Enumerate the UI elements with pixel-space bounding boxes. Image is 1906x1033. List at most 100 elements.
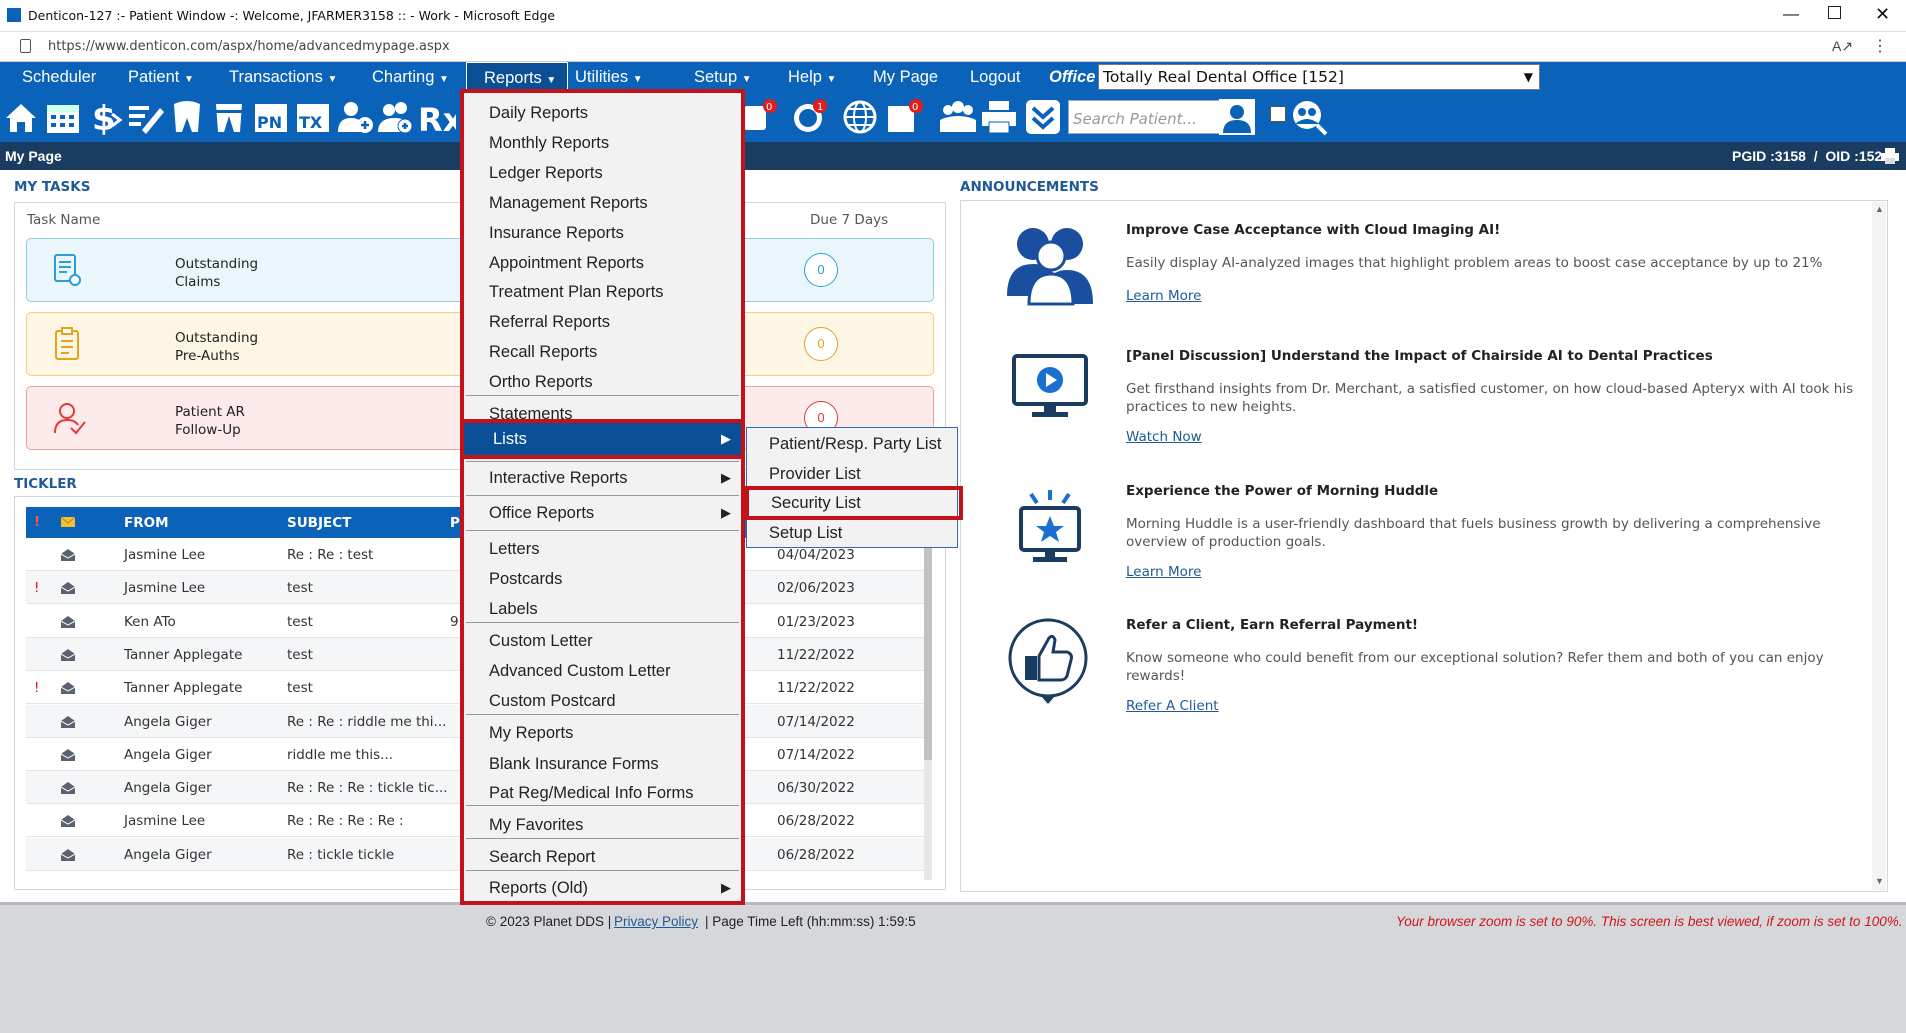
task-count[interactable]: 0 <box>804 253 838 287</box>
report-menu-item-postcards[interactable]: Postcards <box>464 564 741 594</box>
minimize-icon[interactable]: — <box>1783 6 1799 24</box>
printer-icon[interactable] <box>980 98 1018 136</box>
menu-reports[interactable]: Reports ▼ <box>466 62 568 92</box>
teeth-chart-icon[interactable] <box>210 98 248 136</box>
report-menu-item-ortho-reports[interactable]: Ortho Reports <box>464 367 741 397</box>
menu-separator <box>466 495 739 496</box>
add-patient-icon[interactable] <box>336 98 374 136</box>
dollar-icon[interactable]: $ <box>86 98 124 136</box>
report-menu-item-search-report[interactable]: Search Report <box>464 842 741 872</box>
list-menu-item-patient-resp-party-list[interactable]: Patient/Resp. Party List <box>747 429 956 459</box>
treatment-plan-icon[interactable]: TX <box>294 98 332 136</box>
report-menu-item-office-reports[interactable]: Office Reports ▶ <box>464 498 741 528</box>
menu-item-label: Patient/Resp. Party List <box>769 435 942 453</box>
report-menu-item-interactive-reports[interactable]: Interactive Reports ▶ <box>464 463 741 493</box>
announcement-link[interactable]: Refer A Client <box>1126 698 1219 714</box>
menu-transactions[interactable]: Transactions ▼ <box>229 62 337 92</box>
report-menu-item-advanced-custom-letter[interactable]: Advanced Custom Letter <box>464 656 741 686</box>
report-menu-item-recall-reports[interactable]: Recall Reports <box>464 337 741 367</box>
report-menu-item-labels[interactable]: Labels <box>464 594 741 624</box>
report-menu-item-reports-old[interactable]: Reports (Old) ▶ <box>464 873 741 903</box>
list-menu-item-setup-list[interactable]: Setup List <box>747 518 956 548</box>
announcement-link[interactable]: Learn More <box>1126 564 1202 580</box>
p-column[interactable]: P <box>450 515 460 531</box>
address-bar[interactable]: https://www.denticon.com/aspx/home/advan… <box>0 32 1906 62</box>
menu-setup[interactable]: Setup ▼ <box>694 62 752 92</box>
maximize-icon[interactable] <box>1828 6 1841 19</box>
tooth-icon[interactable] <box>168 98 206 136</box>
report-menu-item-my-reports[interactable]: My Reports <box>464 718 741 748</box>
subject-cell: test <box>287 613 313 630</box>
list-menu-item-security-list[interactable]: Security List <box>745 486 963 520</box>
close-icon[interactable]: ✕ <box>1875 4 1890 25</box>
report-menu-item-referral-reports[interactable]: Referral Reports <box>464 307 741 337</box>
menu-scheduler[interactable]: Scheduler <box>22 62 96 92</box>
menu-item-label: Reports (Old) <box>489 879 589 897</box>
announcements-scrollbar[interactable]: ▲ ▼ <box>1872 202 1886 890</box>
notification-icon[interactable]: 0 <box>740 98 778 136</box>
menu-utilities[interactable]: Utilities ▼ <box>575 62 643 92</box>
messages-icon[interactable]: 0 <box>886 98 924 136</box>
progress-notes-icon[interactable]: PN <box>252 98 290 136</box>
window-title: Denticon-127 :- Patient Window -: Welcom… <box>28 8 556 23</box>
report-menu-item-custom-letter[interactable]: Custom Letter <box>464 626 741 656</box>
report-menu-item-appointment-reports[interactable]: Appointment Reports <box>464 248 741 278</box>
date-cell: 07/14/2022 <box>777 746 855 763</box>
menu-charting[interactable]: Charting ▼ <box>372 62 449 92</box>
menu-my-page[interactable]: My Page <box>873 62 938 92</box>
report-menu-item-treatment-plan-reports[interactable]: Treatment Plan Reports <box>464 277 741 307</box>
report-menu-item-ledger-reports[interactable]: Ledger Reports <box>464 158 741 188</box>
scroll-down-icon[interactable]: ▼ <box>1875 876 1884 886</box>
support-icon[interactable]: 1 <box>790 98 828 136</box>
office-select[interactable]: Totally Real Dental Office [152] ▼ <box>1098 64 1540 90</box>
report-menu-item-daily-reports[interactable]: Daily Reports <box>464 98 741 128</box>
svg-text:TX: TX <box>299 113 323 132</box>
report-menu-item-custom-postcard[interactable]: Custom Postcard <box>464 686 741 716</box>
menu-separator <box>466 461 739 462</box>
date-cell: 02/06/2023 <box>777 580 855 597</box>
search-patient-input[interactable]: Search Patient... <box>1068 100 1220 134</box>
calendar-icon[interactable] <box>44 98 82 136</box>
menu-patient[interactable]: Patient ▼ <box>128 62 194 92</box>
report-menu-item-my-favorites[interactable]: My Favorites <box>464 810 741 840</box>
report-menu-item-letters[interactable]: Letters <box>464 534 741 564</box>
announcement-link[interactable]: Watch Now <box>1126 429 1202 445</box>
menu-patient-label: Patient <box>128 68 180 86</box>
staff-icon[interactable] <box>938 98 976 136</box>
lock-icon <box>20 39 31 53</box>
menu-item-label: Search Report <box>489 848 596 866</box>
report-menu-item-blank-insurance-forms[interactable]: Blank Insurance Forms <box>464 749 741 779</box>
collapse-icon[interactable] <box>1024 98 1062 136</box>
from-column[interactable]: FROM <box>124 515 169 531</box>
menu-logout[interactable]: Logout <box>970 62 1020 92</box>
print-icon[interactable] <box>1880 147 1900 165</box>
edit-notes-icon[interactable] <box>126 98 164 136</box>
list-menu-item-provider-list[interactable]: Provider List <box>747 459 956 489</box>
from-cell: Tanner Applegate <box>124 646 243 663</box>
announcement-link[interactable]: Learn More <box>1126 288 1202 304</box>
settings-more-icon[interactable]: ⋮ <box>1872 36 1888 56</box>
read-aloud-icon[interactable]: A↗ <box>1832 38 1853 55</box>
patient-search-icon[interactable] <box>1218 98 1256 136</box>
from-cell: Angela Giger <box>124 780 212 797</box>
url-text[interactable]: https://www.denticon.com/aspx/home/advan… <box>48 39 450 54</box>
subject-column[interactable]: SUBJECT <box>287 515 351 531</box>
report-menu-item-pat-reg-medical-info-forms[interactable]: Pat Reg/Medical Info Forms <box>464 778 741 808</box>
report-menu-item-lists[interactable]: Lists ▶ <box>460 419 745 459</box>
scroll-up-icon[interactable]: ▲ <box>1875 204 1884 214</box>
report-menu-item-management-reports[interactable]: Management Reports <box>464 188 741 218</box>
tickler-scrollbar[interactable] <box>924 540 932 880</box>
group-search-icon[interactable] <box>1290 98 1328 136</box>
clipboard-icon <box>55 327 79 360</box>
report-menu-item-insurance-reports[interactable]: Insurance Reports <box>464 218 741 248</box>
menu-help[interactable]: Help ▼ <box>788 62 836 92</box>
add-family-icon[interactable] <box>376 98 414 136</box>
menu-item-label: Monthly Reports <box>489 134 610 152</box>
task-count[interactable]: 0 <box>804 327 838 361</box>
prescription-icon[interactable]: Rx <box>418 98 456 136</box>
privacy-policy-link[interactable]: Privacy Policy <box>614 914 698 929</box>
globe-icon[interactable] <box>842 98 880 136</box>
search-checkbox[interactable] <box>1270 106 1286 122</box>
report-menu-item-monthly-reports[interactable]: Monthly Reports <box>464 128 741 158</box>
home-icon[interactable] <box>2 98 40 136</box>
